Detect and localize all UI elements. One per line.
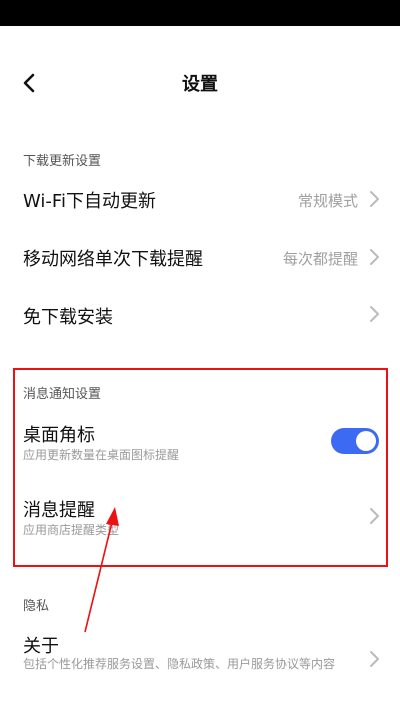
- wifi-auto-update-title: Wi-Fi下自动更新: [23, 191, 156, 212]
- status-bar: [0, 0, 400, 26]
- page-title: 设置: [182, 74, 218, 95]
- header: 设置: [0, 58, 400, 108]
- annotation-highlight-box: [13, 368, 388, 567]
- mobile-download-reminder-title: 移动网络单次下载提醒: [23, 249, 203, 270]
- section-label-download: 下载更新设置: [23, 154, 102, 169]
- section-label-privacy: 隐私: [23, 599, 50, 614]
- free-install-title: 免下载安装: [23, 307, 113, 328]
- about-title: 关于: [23, 636, 59, 657]
- chevron-right-icon: [370, 306, 379, 322]
- chevron-right-icon: [370, 651, 379, 667]
- mobile-download-reminder-value: 每次都提醒: [282, 250, 358, 268]
- chevron-right-icon: [370, 249, 379, 265]
- about-subtitle: 包括个性化推荐服务设置、隐私政策、用户服务协议等内容: [23, 657, 336, 671]
- chevron-right-icon: [370, 191, 379, 207]
- wifi-auto-update-value: 常规模式: [297, 192, 358, 210]
